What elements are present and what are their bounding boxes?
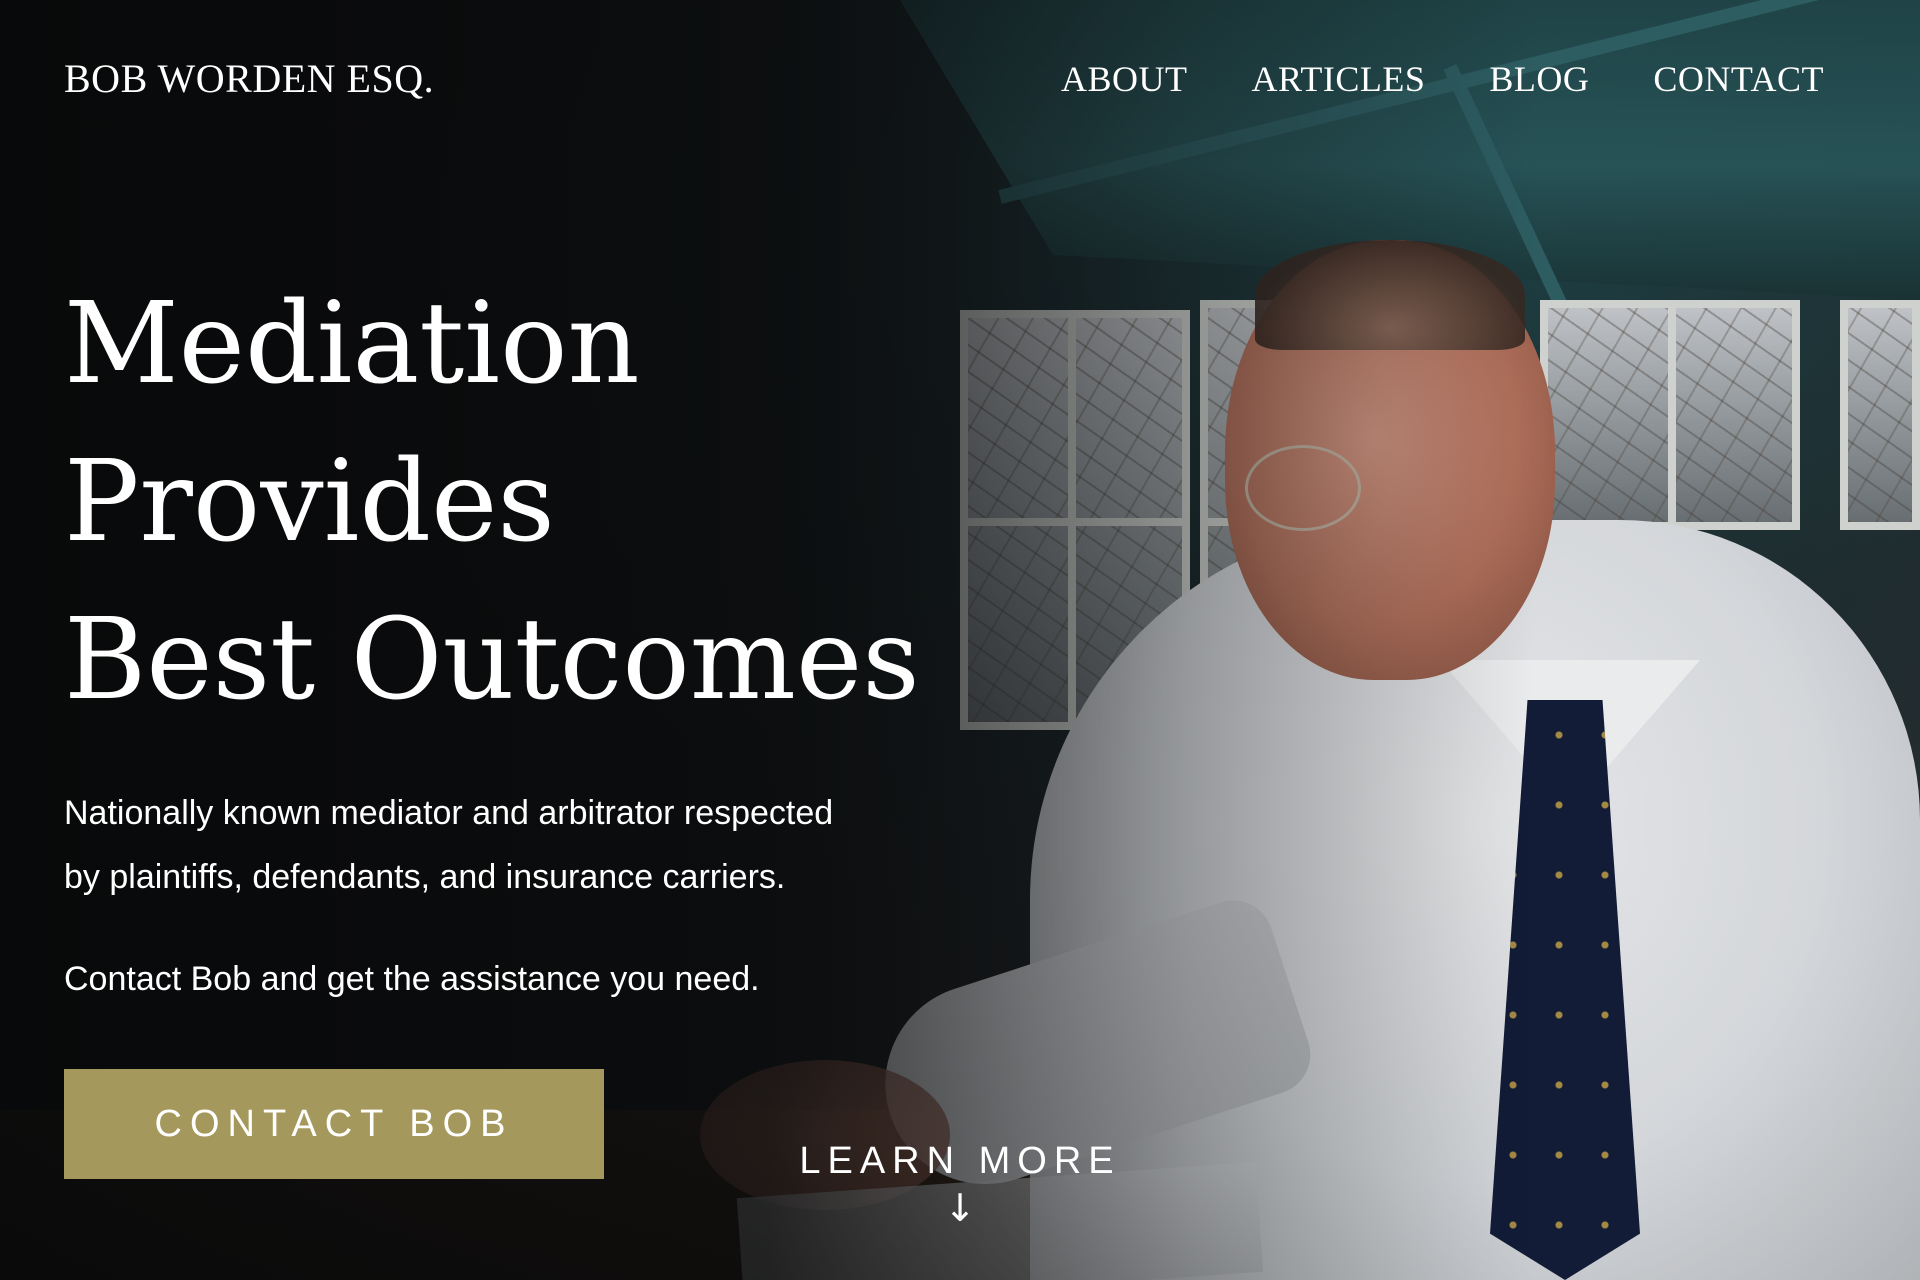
- nav-link-blog[interactable]: BLOG: [1489, 58, 1589, 100]
- hero-section: BOB WORDEN ESQ. ABOUT ARTICLES BLOG CONT…: [0, 0, 1920, 1280]
- learn-more: LEARN MORE ↓: [0, 1140, 1920, 1227]
- hero-copy: Mediation Provides Best Outcomes Nationa…: [64, 265, 1164, 1179]
- nav-link-about[interactable]: ABOUT: [1061, 58, 1188, 100]
- down-arrow-icon[interactable]: ↓: [0, 1189, 1920, 1227]
- site-logo-link[interactable]: BOB WORDEN ESQ.: [64, 55, 434, 102]
- site-header: BOB WORDEN ESQ. ABOUT ARTICLES BLOG CONT…: [64, 55, 1824, 102]
- hero-call-to-action-text: Contact Bob and get the assistance you n…: [64, 960, 760, 998]
- nav-link-articles[interactable]: ARTICLES: [1252, 58, 1426, 100]
- hero-headline-line2: Best Outcomes: [64, 595, 920, 725]
- hero-description: Nationally known mediator and arbitrator…: [64, 794, 834, 896]
- hero-headline: Mediation Provides Best Outcomes: [64, 265, 1164, 739]
- main-nav: ABOUT ARTICLES BLOG CONTACT: [1061, 58, 1824, 100]
- learn-more-link[interactable]: LEARN MORE: [0, 1140, 1920, 1183]
- nav-link-contact[interactable]: CONTACT: [1653, 58, 1824, 100]
- hero-headline-line1: Mediation Provides: [64, 279, 640, 567]
